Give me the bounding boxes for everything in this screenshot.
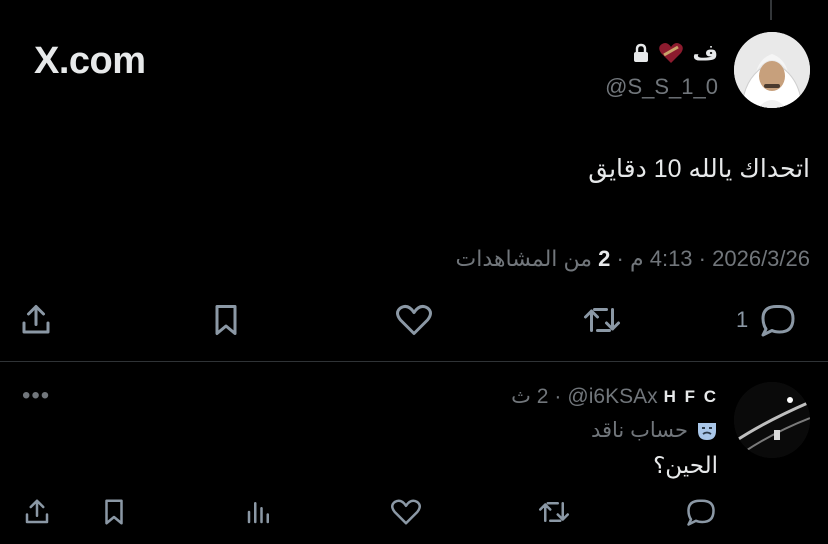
bookmark-icon xyxy=(215,305,237,335)
share-icon xyxy=(25,499,49,524)
avatar-image xyxy=(734,382,810,458)
reply-text: الحين؟ xyxy=(653,452,718,478)
tweet-time[interactable]: 4:13 م xyxy=(630,246,693,271)
reply-share-button[interactable] xyxy=(22,497,52,527)
reply-count: 1 xyxy=(736,307,749,332)
like-icon xyxy=(391,499,421,525)
tweet-date[interactable]: 2026/3/26 xyxy=(712,246,810,271)
site-logo: X.com xyxy=(34,40,146,82)
reply-author-avatar[interactable] xyxy=(734,382,810,458)
share-icon xyxy=(22,305,50,334)
thread-line xyxy=(770,0,772,20)
reply-like-button[interactable] xyxy=(389,497,423,527)
reply-author-name[interactable]: H F C xyxy=(664,387,718,407)
author-name[interactable]: ف xyxy=(692,40,718,66)
reply-time[interactable]: 2 ث xyxy=(511,384,548,409)
reply-bookmark-button[interactable] xyxy=(99,497,129,527)
retweet-icon xyxy=(539,502,569,522)
like-button[interactable] xyxy=(394,302,434,338)
reply-retweet-button[interactable] xyxy=(535,497,573,527)
reply-label-row: حساب ناقد xyxy=(591,418,718,443)
more-icon: ••• xyxy=(22,382,51,409)
tweet-text: اتحداك يالله 10 دقايق xyxy=(588,155,810,183)
author-avatar[interactable] xyxy=(734,32,810,108)
reply-icon xyxy=(761,305,795,337)
reply-reply-button[interactable] xyxy=(684,497,718,527)
reply-button[interactable]: 1 xyxy=(736,302,798,338)
retweet-button[interactable] xyxy=(580,302,624,338)
tweet-meta: 2026/3/26 · 4:13 م · 2 من المشاهدات xyxy=(455,246,810,271)
heart-emoji-icon xyxy=(658,41,684,65)
reply-author-handle[interactable]: @i6KSAx xyxy=(567,385,657,409)
share-button[interactable] xyxy=(18,302,54,338)
mask-icon xyxy=(696,420,718,442)
views-icon xyxy=(247,502,269,524)
avatar-image xyxy=(734,32,810,108)
reply-header: H F C @i6KSAx · 2 ث xyxy=(511,384,718,409)
reply-label: حساب ناقد xyxy=(590,419,688,442)
author-name-row: ف xyxy=(632,40,718,66)
lock-icon xyxy=(632,43,650,63)
bookmark-icon xyxy=(105,499,123,525)
retweet-icon xyxy=(584,308,620,332)
like-icon xyxy=(396,305,432,335)
views-label: من المشاهدات xyxy=(455,246,593,271)
more-button[interactable]: ••• xyxy=(22,382,50,410)
bookmark-button[interactable] xyxy=(208,302,244,338)
reply-icon xyxy=(687,499,715,526)
views-count: 2 xyxy=(598,246,611,271)
reply-views-button[interactable] xyxy=(244,497,274,527)
author-handle[interactable]: @S_S_1_0 xyxy=(605,74,718,100)
divider xyxy=(0,361,828,362)
